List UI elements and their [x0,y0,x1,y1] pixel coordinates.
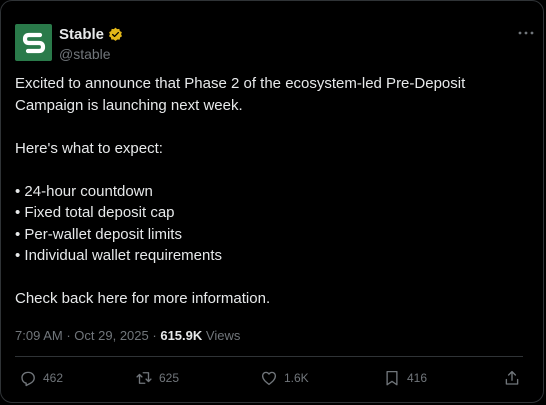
tweet-line: Campaign is launching next week. [15,96,243,114]
author-display-name-row[interactable]: Stable [59,26,123,43]
author-handle[interactable]: @stable [59,46,123,62]
bookmark-icon [386,370,398,386]
verified-badge-icon[interactable] [108,27,123,42]
share-button[interactable] [503,369,521,387]
reply-icon [21,371,35,387]
bullet-item: • 24-hour countdown [15,182,153,200]
tweet-text: Excited to announce that Phase 2 of the … [15,73,530,310]
bullet-item: • Per-wallet deposit limits [15,225,182,243]
like-count: 1.6K [284,371,309,385]
tweet-card: Stable @stable Excited to announce that … [0,0,544,403]
stable-logo-icon [22,32,45,53]
tweet-line: Check back here for more information. [15,290,271,307]
heart-icon [261,371,277,386]
meta-separator: · [66,328,71,343]
author-names: Stable @stable [59,26,123,62]
more-options-icon[interactable] [517,26,535,40]
views-count: 615.9K [160,328,203,343]
like-button[interactable]: 1.6K [260,369,309,387]
tweet-time[interactable]: 7:09 AM [15,328,63,343]
repost-count: 625 [159,371,180,385]
views-label: Views [205,328,241,343]
tweet-date[interactable]: Oct 29, 2025 [74,328,148,343]
share-icon [505,370,519,385]
bullet-item: • Fixed total deposit cap [15,204,175,221]
action-bar: 462 625 1.6K 416 [15,369,525,393]
tweet-line: Excited to announce that Phase 2 of the … [15,75,466,92]
author-display-name[interactable]: Stable [59,26,104,43]
tweet-meta: 7:09 AM · Oct 29, 2025 · 615.9K Views [15,328,240,343]
bookmark-count: 416 [407,371,428,385]
bookmark-button[interactable]: 416 [383,369,427,387]
repost-button[interactable]: 625 [135,369,179,387]
divider [15,356,523,357]
bullet-item: • Individual wallet requirements [15,247,223,264]
meta-separator: · [152,328,157,343]
reply-button[interactable]: 462 [19,369,63,387]
repost-icon [136,372,152,384]
tweet-line: Here's what to expect: [15,139,163,157]
avatar[interactable] [15,24,52,61]
tweet-header: Stable @stable [15,24,535,62]
reply-count: 462 [43,371,64,385]
